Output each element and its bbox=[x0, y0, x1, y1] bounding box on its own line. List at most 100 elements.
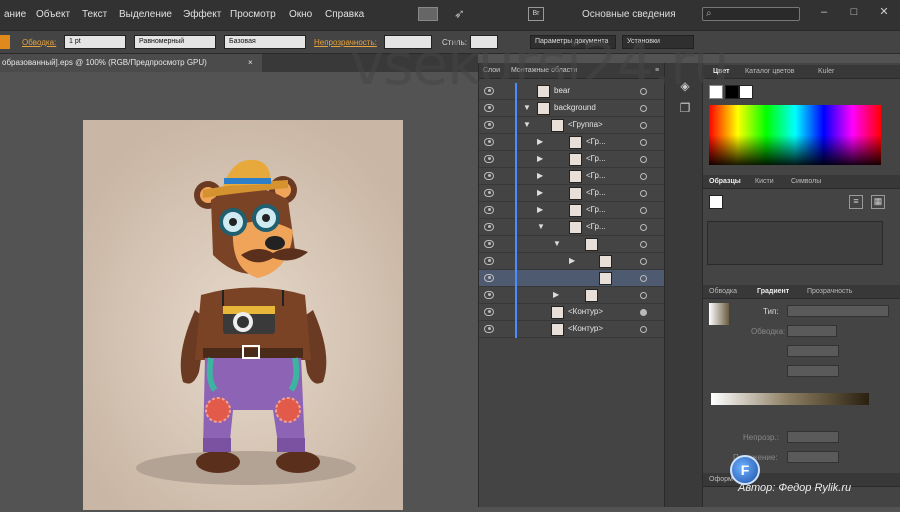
bear-illustration[interactable] bbox=[83, 120, 403, 510]
visibility-eye-icon[interactable] bbox=[484, 325, 494, 333]
layer-row[interactable]: ▼ background bbox=[479, 100, 665, 117]
layer-row[interactable]: ▶ bbox=[479, 287, 665, 304]
expand-right-icon[interactable]: ▶ bbox=[537, 154, 543, 163]
stroke-apply-buttons[interactable] bbox=[787, 325, 837, 337]
tab-symbols[interactable]: Символы bbox=[791, 178, 821, 185]
maximize-button[interactable]: □ bbox=[840, 3, 868, 21]
minimize-button[interactable]: – bbox=[810, 3, 838, 21]
layer-name[interactable]: <Контур> bbox=[568, 324, 603, 333]
expand-down-icon[interactable]: ▼ bbox=[553, 239, 561, 248]
layer-name[interactable]: <Гр... bbox=[586, 154, 606, 163]
expand-right-icon[interactable]: ▶ bbox=[537, 188, 543, 197]
tab-stroke[interactable]: Обводка bbox=[709, 288, 737, 295]
angle-field[interactable] bbox=[787, 345, 839, 357]
target-circle-icon[interactable] bbox=[640, 309, 647, 316]
brush-definition[interactable]: Базовая bbox=[224, 35, 306, 49]
layer-row[interactable]: ▼ <Группа> bbox=[479, 117, 665, 134]
layer-name[interactable]: background bbox=[554, 103, 596, 112]
gradient-thumbnail[interactable] bbox=[709, 303, 729, 325]
tab-brushes[interactable]: Кисти bbox=[755, 178, 774, 185]
menu-object[interactable]: Объект bbox=[36, 9, 70, 20]
expand-right-icon[interactable]: ▶ bbox=[553, 290, 559, 299]
target-circle-icon[interactable] bbox=[640, 122, 647, 129]
layer-row[interactable]: ▶ <Гр... bbox=[479, 202, 665, 219]
artboard[interactable] bbox=[83, 120, 403, 510]
expand-right-icon[interactable]: ▶ bbox=[537, 171, 543, 180]
visibility-eye-icon[interactable] bbox=[484, 291, 494, 299]
expand-down-icon[interactable]: ▼ bbox=[523, 103, 531, 112]
target-circle-icon[interactable] bbox=[640, 326, 647, 333]
layer-row[interactable]: ▶ <Гр... bbox=[479, 134, 665, 151]
target-circle-icon[interactable] bbox=[640, 190, 647, 197]
aspect-field[interactable] bbox=[787, 365, 839, 377]
fill-color-swatch[interactable] bbox=[0, 35, 10, 49]
layer-row[interactable]: ▶ <Гр... bbox=[479, 151, 665, 168]
document-tab[interactable]: образованный].eps @ 100% (RGB/Предпросмо… bbox=[0, 54, 262, 72]
close-tab-icon[interactable]: × bbox=[248, 54, 253, 72]
artboards-icon[interactable]: ❐ bbox=[677, 101, 693, 117]
target-circle-icon[interactable] bbox=[640, 292, 647, 299]
layer-row[interactable]: <Контур> bbox=[479, 304, 665, 321]
layer-name[interactable]: <Группа> bbox=[568, 120, 603, 129]
layer-name[interactable]: <Гр... bbox=[586, 205, 606, 214]
layer-name[interactable]: <Гр... bbox=[586, 222, 606, 231]
list-view-icon[interactable]: ≡ bbox=[849, 195, 863, 209]
menu-edit[interactable]: ание bbox=[4, 9, 26, 20]
layer-row[interactable] bbox=[479, 270, 665, 287]
target-circle-icon[interactable] bbox=[640, 105, 647, 112]
layer-row[interactable]: ▶ <Гр... bbox=[479, 185, 665, 202]
grid-view-icon[interactable]: ▦ bbox=[871, 195, 885, 209]
layer-row[interactable]: ▼ <Гр... bbox=[479, 219, 665, 236]
target-circle-icon[interactable] bbox=[640, 173, 647, 180]
swatches-grid[interactable] bbox=[707, 221, 883, 265]
layer-row[interactable]: ▶ bbox=[479, 253, 665, 270]
search-input[interactable]: ⌕ bbox=[702, 7, 800, 21]
menu-window[interactable]: Окно bbox=[289, 9, 312, 20]
fill-swatch[interactable] bbox=[709, 195, 723, 209]
visibility-eye-icon[interactable] bbox=[484, 138, 494, 146]
target-circle-icon[interactable] bbox=[640, 156, 647, 163]
layer-row[interactable]: ▶ <Гр... bbox=[479, 168, 665, 185]
variable-width-profile[interactable]: Равномерный bbox=[134, 35, 216, 49]
visibility-eye-icon[interactable] bbox=[484, 308, 494, 316]
target-circle-icon[interactable] bbox=[640, 224, 647, 231]
menu-help[interactable]: Справка bbox=[325, 9, 364, 20]
expand-right-icon[interactable]: ▶ bbox=[537, 205, 543, 214]
menu-view[interactable]: Просмотр bbox=[230, 9, 276, 20]
layer-row[interactable]: ▼ bbox=[479, 236, 665, 253]
gradient-slider[interactable] bbox=[711, 393, 869, 405]
layer-name[interactable]: <Гр... bbox=[586, 171, 606, 180]
layer-name[interactable]: <Контур> bbox=[568, 307, 603, 316]
gradient-opacity-field[interactable] bbox=[787, 431, 839, 443]
stroke-weight-field[interactable]: 1 pt bbox=[64, 35, 126, 49]
white-swatch[interactable] bbox=[739, 85, 753, 99]
visibility-eye-icon[interactable] bbox=[484, 206, 494, 214]
visibility-eye-icon[interactable] bbox=[484, 104, 494, 112]
arrange-documents-icon[interactable] bbox=[418, 7, 438, 21]
bridge-icon[interactable]: Br bbox=[528, 7, 544, 21]
layer-name[interactable]: <Гр... bbox=[586, 137, 606, 146]
tab-swatches[interactable]: Образцы bbox=[709, 178, 741, 185]
location-field[interactable] bbox=[787, 451, 839, 463]
layer-name[interactable]: <Гр... bbox=[586, 188, 606, 197]
stroke-label[interactable]: Обводка: bbox=[22, 38, 56, 47]
target-circle-icon[interactable] bbox=[640, 241, 647, 248]
layer-row[interactable]: <Контур> bbox=[479, 321, 665, 338]
visibility-eye-icon[interactable] bbox=[484, 121, 494, 129]
close-button[interactable]: ✕ bbox=[870, 3, 898, 21]
color-spectrum[interactable] bbox=[709, 105, 881, 165]
expand-right-icon[interactable]: ▶ bbox=[537, 137, 543, 146]
tab-gradient[interactable]: Градиент bbox=[757, 288, 789, 295]
expand-right-icon[interactable]: ▶ bbox=[569, 256, 575, 265]
visibility-eye-icon[interactable] bbox=[484, 189, 494, 197]
tab-color-guide[interactable]: Каталог цветов bbox=[745, 68, 794, 75]
target-circle-icon[interactable] bbox=[640, 258, 647, 265]
canvas[interactable] bbox=[0, 72, 478, 510]
visibility-eye-icon[interactable] bbox=[484, 257, 494, 265]
expand-down-icon[interactable]: ▼ bbox=[537, 222, 545, 231]
visibility-eye-icon[interactable] bbox=[484, 155, 494, 163]
menu-effect[interactable]: Эффект bbox=[183, 9, 221, 20]
visibility-eye-icon[interactable] bbox=[484, 274, 494, 282]
tab-appearance[interactable]: Оформ bbox=[709, 476, 733, 483]
target-circle-icon[interactable] bbox=[640, 139, 647, 146]
